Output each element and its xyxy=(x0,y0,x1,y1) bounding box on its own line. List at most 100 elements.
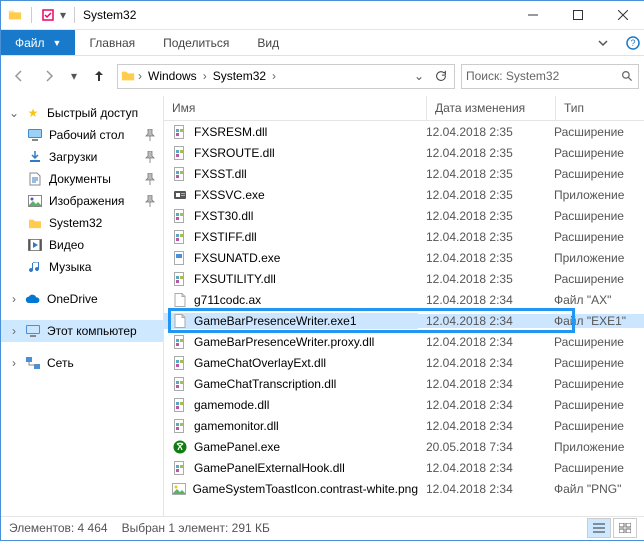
sidebar-this-pc[interactable]: › Этот компьютер xyxy=(1,320,163,342)
file-row[interactable]: GamePanel.exe20.05.2018 7:34Приложение xyxy=(164,436,644,457)
file-row[interactable]: FXSUNATD.exe12.04.2018 2:35Приложение xyxy=(164,247,644,268)
nav-up-button[interactable] xyxy=(87,64,111,88)
file-type: Расширение xyxy=(546,461,644,475)
desktop-icon xyxy=(27,127,43,143)
search-input[interactable]: Поиск: System32 xyxy=(461,64,639,89)
qat-properties-icon[interactable] xyxy=(40,9,56,21)
downloads-icon xyxy=(27,149,43,165)
breadcrumb-item[interactable]: System32 xyxy=(209,69,270,83)
file-date: 12.04.2018 2:35 xyxy=(418,125,546,139)
file-date: 12.04.2018 2:34 xyxy=(418,335,546,349)
file-row[interactable]: FXSRESM.dll12.04.2018 2:35Расширение xyxy=(164,121,644,142)
search-icon xyxy=(621,70,634,83)
ribbon-tab-view[interactable]: Вид xyxy=(243,30,293,55)
sidebar-item[interactable]: Загрузки xyxy=(1,146,163,168)
ribbon-tab-home[interactable]: Главная xyxy=(75,30,149,55)
sidebar-item[interactable]: Музыка xyxy=(1,256,163,278)
file-list-pane: Имя Дата изменения Тип FXSRESM.dll12.04.… xyxy=(164,96,644,516)
file-row[interactable]: GameChatOverlayExt.dll12.04.2018 2:34Рас… xyxy=(164,352,644,373)
close-button[interactable] xyxy=(600,1,644,29)
ribbon-expand-icon[interactable] xyxy=(585,30,621,55)
app-icon xyxy=(7,7,23,23)
file-row[interactable]: GameChatTranscription.dll12.04.2018 2:34… xyxy=(164,373,644,394)
file-row[interactable]: GameBarPresenceWriter.proxy.dll12.04.201… xyxy=(164,331,644,352)
file-icon xyxy=(172,313,188,329)
file-name: gamemonitor.dll xyxy=(194,419,279,433)
sidebar-item[interactable]: Видео xyxy=(1,234,163,256)
search-placeholder: Поиск: System32 xyxy=(466,69,617,83)
refresh-icon[interactable] xyxy=(430,69,452,83)
nav-forward-button[interactable] xyxy=(37,64,61,88)
sidebar-item-label: Видео xyxy=(49,238,84,252)
file-type: Расширение xyxy=(546,398,644,412)
navigation-bar: ▾ › Windows › System32 › ⌄ Поиск: System… xyxy=(1,56,644,96)
sidebar-item[interactable]: Рабочий стол xyxy=(1,124,163,146)
sidebar-item[interactable]: Документы xyxy=(1,168,163,190)
address-bar[interactable]: › Windows › System32 › ⌄ xyxy=(117,64,455,89)
file-type: Расширение xyxy=(546,167,644,181)
column-type[interactable]: Тип xyxy=(556,96,644,120)
maximize-button[interactable] xyxy=(555,1,600,29)
file-row[interactable]: FXST30.dll12.04.2018 2:35Расширение xyxy=(164,205,644,226)
file-row[interactable]: FXSTIFF.dll12.04.2018 2:35Расширение xyxy=(164,226,644,247)
file-icon xyxy=(172,460,188,476)
file-row[interactable]: FXSUTILITY.dll12.04.2018 2:35Расширение xyxy=(164,268,644,289)
nav-recent-icon[interactable]: ▾ xyxy=(67,64,81,88)
column-date[interactable]: Дата изменения xyxy=(427,96,556,120)
file-row[interactable]: gamemode.dll12.04.2018 2:34Расширение xyxy=(164,394,644,415)
sidebar-item[interactable]: Изображения xyxy=(1,190,163,212)
file-icon xyxy=(172,334,188,350)
file-row[interactable]: FXSSVC.exe12.04.2018 2:35Приложение xyxy=(164,184,644,205)
sidebar-network[interactable]: › Сеть xyxy=(1,352,163,374)
sidebar-item-label: Документы xyxy=(49,172,111,186)
onedrive-icon xyxy=(25,291,41,307)
file-name: GameChatTranscription.dll xyxy=(194,377,336,391)
file-name: FXSSVC.exe xyxy=(194,188,265,202)
file-row[interactable]: gamemonitor.dll12.04.2018 2:34Расширение xyxy=(164,415,644,436)
address-dropdown-icon[interactable]: ⌄ xyxy=(410,69,428,83)
qat-dropdown-icon[interactable]: ▾ xyxy=(60,8,66,22)
file-type: Файл "PNG" xyxy=(546,482,644,496)
ribbon-tab-share[interactable]: Поделиться xyxy=(149,30,243,55)
pin-icon xyxy=(145,195,155,207)
video-icon xyxy=(27,237,43,253)
file-icon xyxy=(172,124,188,140)
column-name[interactable]: Имя xyxy=(164,96,427,120)
nav-back-button[interactable] xyxy=(7,64,31,88)
file-row[interactable]: GamePanelExternalHook.dll12.04.2018 2:34… xyxy=(164,457,644,478)
file-row[interactable]: GameSystemToastIcon.contrast-white.png12… xyxy=(164,478,644,499)
sidebar-item-label: System32 xyxy=(49,216,102,230)
column-headers: Имя Дата изменения Тип xyxy=(164,96,644,121)
file-date: 12.04.2018 2:34 xyxy=(418,482,546,496)
ribbon-tab-file[interactable]: Файл▼ xyxy=(1,30,75,55)
pin-icon xyxy=(145,151,155,163)
file-date: 12.04.2018 2:34 xyxy=(418,356,546,370)
breadcrumb-item[interactable]: Windows xyxy=(144,69,201,83)
file-icon xyxy=(172,481,187,497)
sidebar-item-label: Рабочий стол xyxy=(49,128,124,142)
sidebar-onedrive[interactable]: › OneDrive xyxy=(1,288,163,310)
chevron-right-icon[interactable]: › xyxy=(138,69,142,83)
help-icon[interactable]: ? xyxy=(621,30,644,55)
file-row[interactable]: FXSROUTE.dll12.04.2018 2:35Расширение xyxy=(164,142,644,163)
file-row[interactable]: FXSST.dll12.04.2018 2:35Расширение xyxy=(164,163,644,184)
file-name: FXSST.dll xyxy=(194,167,247,181)
ribbon: Файл▼ Главная Поделиться Вид ? xyxy=(1,30,644,56)
sidebar-quick-access[interactable]: ⌄ ★ Быстрый доступ xyxy=(1,102,163,124)
view-icons-button[interactable] xyxy=(613,518,637,538)
file-type: Приложение xyxy=(546,188,644,202)
pin-icon xyxy=(145,129,155,141)
file-date: 12.04.2018 2:35 xyxy=(418,146,546,160)
documents-icon xyxy=(27,171,43,187)
file-row[interactable]: g711codc.ax12.04.2018 2:34Файл "AX" xyxy=(164,289,644,310)
chevron-right-icon[interactable]: › xyxy=(272,69,276,83)
chevron-right-icon[interactable]: › xyxy=(203,69,207,83)
sidebar-item[interactable]: System32 xyxy=(1,212,163,234)
file-icon xyxy=(172,187,188,203)
file-icon xyxy=(172,271,188,287)
file-row[interactable]: GameBarPresenceWriter.exe112.04.2018 2:3… xyxy=(164,310,644,331)
minimize-button[interactable] xyxy=(510,1,555,29)
status-count: Элементов: 4 464 xyxy=(9,521,108,535)
file-type: Расширение xyxy=(546,419,644,433)
view-details-button[interactable] xyxy=(587,518,611,538)
